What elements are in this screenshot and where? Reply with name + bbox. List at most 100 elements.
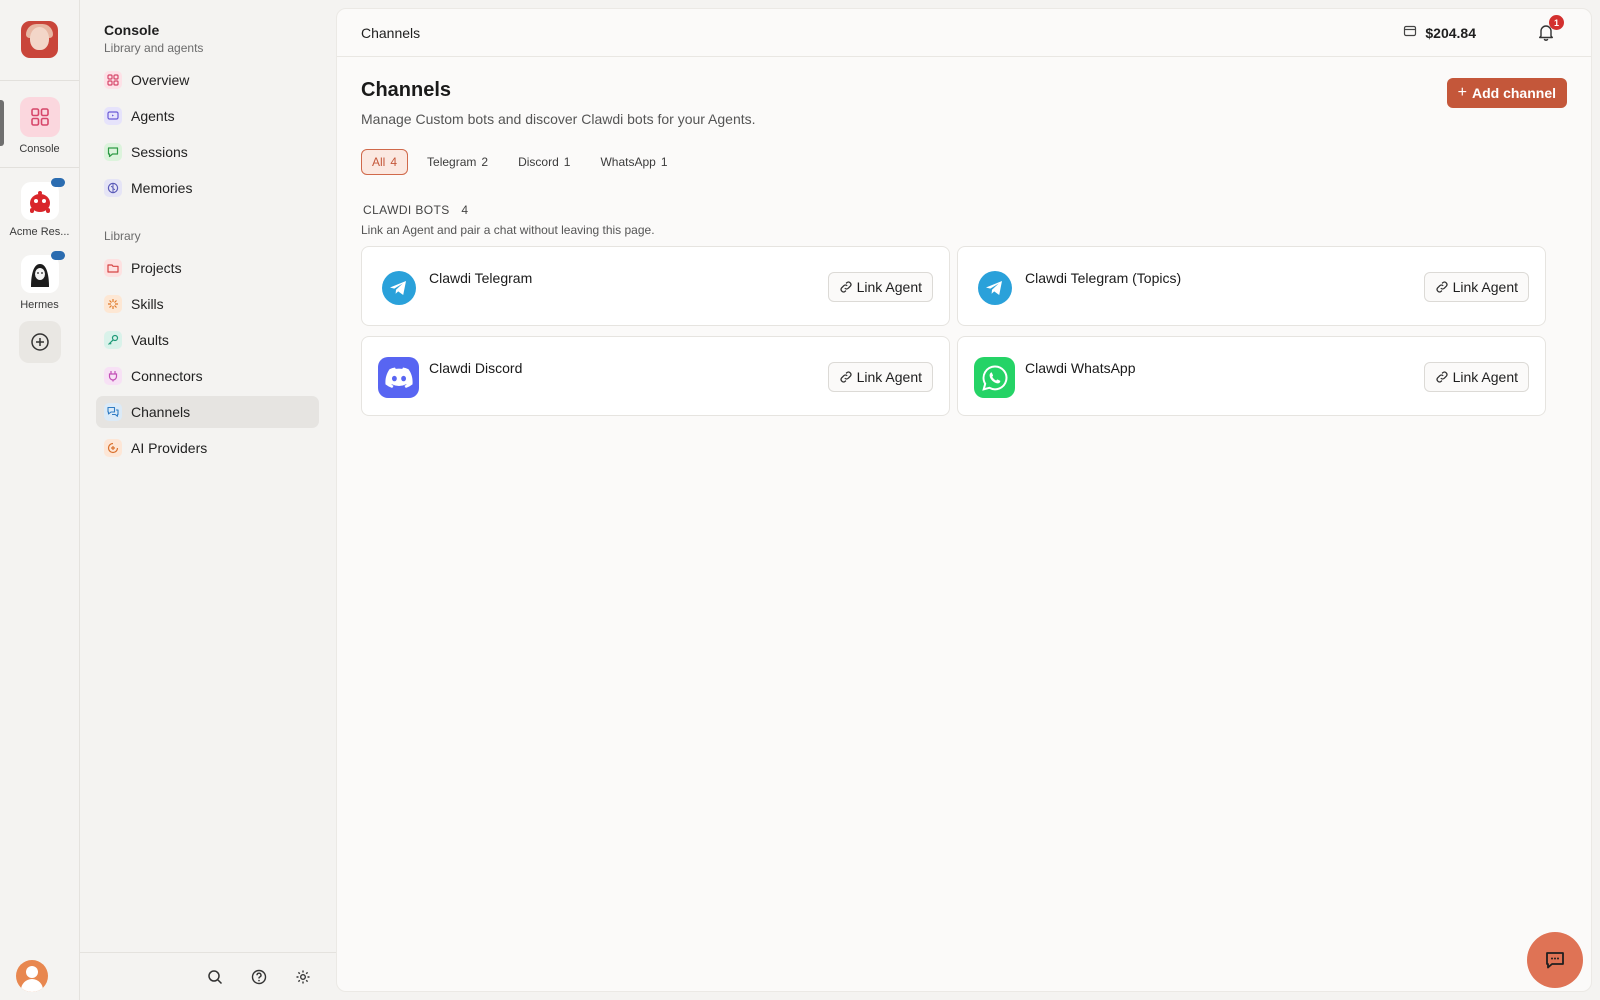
breadcrumb: Channels bbox=[361, 25, 421, 41]
rail-item-label: Acme Res... bbox=[9, 226, 70, 238]
sidebar-subtitle: Library and agents bbox=[104, 41, 204, 55]
link-agent-button[interactable]: Link Agent bbox=[1423, 272, 1529, 302]
tab-label: Telegram bbox=[427, 155, 477, 169]
chat-icon bbox=[1546, 952, 1564, 969]
rail-divider bbox=[0, 167, 79, 168]
user-avatar[interactable] bbox=[16, 960, 48, 992]
sidebar-item-channels[interactable]: Channels bbox=[96, 396, 319, 428]
channels-icon bbox=[104, 403, 122, 421]
sidebar-item-projects[interactable]: Projects bbox=[96, 252, 319, 284]
agent-avatar bbox=[20, 251, 65, 293]
skills-icon bbox=[104, 295, 122, 313]
gear-icon[interactable] bbox=[292, 966, 314, 988]
sidebar-item-label: Vaults bbox=[131, 332, 169, 348]
filter-tabs: All 4 Telegram 2 Discord 1 WhatsApp 1 bbox=[361, 149, 687, 175]
tab-all[interactable]: All 4 bbox=[361, 149, 409, 175]
channel-name: Clawdi WhatsApp bbox=[1025, 360, 1136, 376]
balance-display[interactable]: $204.84 bbox=[1403, 24, 1476, 41]
sidebar-title: Console bbox=[104, 22, 160, 38]
link-agent-label: Link Agent bbox=[856, 369, 922, 385]
channel-card-whatsapp: Clawdi WhatsApp Link Agent bbox=[957, 336, 1546, 416]
channel-name: Clawdi Telegram bbox=[429, 270, 533, 286]
page-title: Channels bbox=[361, 79, 452, 101]
sidebar-item-label: Memories bbox=[131, 180, 193, 196]
sidebar-item-label: Channels bbox=[131, 404, 191, 420]
sidebar-item-memories[interactable]: Memories bbox=[96, 172, 319, 204]
tab-discord[interactable]: Discord 1 bbox=[507, 149, 581, 175]
section-count: 4 bbox=[461, 203, 469, 217]
notification-badge: 1 bbox=[1549, 15, 1564, 30]
connectors-icon bbox=[104, 367, 122, 385]
top-bar: Channels $204.84 1 bbox=[337, 9, 1591, 57]
add-channel-button[interactable]: + Add channel bbox=[1446, 78, 1567, 108]
add-channel-label: Add channel bbox=[1471, 85, 1556, 101]
link-icon bbox=[1436, 371, 1448, 383]
channel-card-discord: Clawdi Discord Link Agent bbox=[361, 336, 950, 416]
sidebar-item-ai-providers[interactable]: AI Providers bbox=[96, 432, 319, 464]
sessions-icon bbox=[104, 143, 122, 161]
sidebar-item-vaults[interactable]: Vaults bbox=[96, 324, 319, 356]
sidebar-section-label: Library bbox=[104, 229, 141, 243]
sidebar-footer bbox=[80, 952, 336, 1000]
telegram-icon bbox=[378, 267, 419, 308]
rail-item-acme[interactable]: Acme Res... bbox=[0, 178, 79, 238]
chat-support-button[interactable] bbox=[1527, 932, 1583, 988]
tab-telegram[interactable]: Telegram 2 bbox=[416, 149, 499, 175]
notifications-button[interactable]: 1 bbox=[1537, 15, 1564, 43]
tab-count: 1 bbox=[563, 155, 571, 169]
tab-count: 1 bbox=[660, 155, 668, 169]
link-icon bbox=[1436, 281, 1448, 293]
sidebar-item-sessions[interactable]: Sessions bbox=[96, 136, 319, 168]
tab-whatsapp[interactable]: WhatsApp 1 bbox=[589, 149, 678, 175]
sidebar-item-label: AI Providers bbox=[131, 440, 208, 456]
section-description: Link an Agent and pair a chat without le… bbox=[361, 223, 655, 237]
page-description: Manage Custom bots and discover Clawdi b… bbox=[361, 111, 756, 127]
whatsapp-icon bbox=[974, 357, 1015, 398]
agent-avatar bbox=[20, 178, 65, 220]
projects-icon bbox=[104, 259, 122, 277]
rail-item-hermes[interactable]: Hermes bbox=[0, 251, 79, 311]
help-icon[interactable] bbox=[248, 966, 270, 988]
sidebar-item-label: Connectors bbox=[131, 368, 203, 384]
add-agent-button[interactable] bbox=[0, 321, 79, 363]
tab-count: 2 bbox=[481, 155, 489, 169]
plus-icon: + bbox=[1457, 84, 1467, 101]
link-agent-label: Link Agent bbox=[1452, 369, 1518, 385]
link-icon bbox=[840, 371, 852, 383]
main-panel: Channels $204.84 1 Channels Manage Custo… bbox=[336, 8, 1592, 992]
overview-icon bbox=[104, 71, 122, 89]
app-logo[interactable] bbox=[21, 21, 58, 58]
telegram-icon bbox=[974, 267, 1015, 308]
agents-icon bbox=[104, 107, 122, 125]
rail-item-label: Hermes bbox=[20, 299, 59, 311]
channel-name: Clawdi Telegram (Topics) bbox=[1025, 270, 1182, 286]
channel-name: Clawdi Discord bbox=[429, 360, 523, 376]
sidebar: Console Library and agents Overview Agen… bbox=[80, 0, 336, 1000]
link-agent-label: Link Agent bbox=[856, 279, 922, 295]
sidebar-item-agents[interactable]: Agents bbox=[96, 100, 319, 132]
sidebar-item-overview[interactable]: Overview bbox=[96, 64, 319, 96]
rail-item-console[interactable]: Console bbox=[0, 97, 79, 155]
tab-label: Discord bbox=[518, 155, 559, 169]
link-agent-button[interactable]: Link Agent bbox=[827, 272, 933, 302]
section-heading: CLAWDI BOTS 4 bbox=[363, 203, 468, 217]
search-icon[interactable] bbox=[204, 966, 226, 988]
rail-item-label: Console bbox=[19, 143, 60, 155]
sidebar-item-label: Overview bbox=[131, 72, 190, 88]
grid-icon bbox=[19, 97, 60, 137]
channel-card-telegram: Clawdi Telegram Link Agent bbox=[361, 246, 950, 326]
sidebar-item-label: Sessions bbox=[131, 144, 188, 160]
discord-icon bbox=[378, 357, 419, 398]
tab-label: WhatsApp bbox=[600, 155, 656, 169]
tab-count: 4 bbox=[390, 155, 398, 169]
sidebar-item-label: Agents bbox=[131, 108, 175, 124]
link-agent-button[interactable]: Link Agent bbox=[827, 362, 933, 392]
rail-divider bbox=[0, 80, 79, 81]
channel-card-telegram-topics: Clawdi Telegram (Topics) Link Agent bbox=[957, 246, 1546, 326]
plus-circle-icon bbox=[18, 321, 61, 363]
sidebar-item-connectors[interactable]: Connectors bbox=[96, 360, 319, 392]
sidebar-item-skills[interactable]: Skills bbox=[96, 288, 319, 320]
link-agent-label: Link Agent bbox=[1452, 279, 1518, 295]
memories-icon bbox=[104, 179, 122, 197]
link-agent-button[interactable]: Link Agent bbox=[1423, 362, 1529, 392]
